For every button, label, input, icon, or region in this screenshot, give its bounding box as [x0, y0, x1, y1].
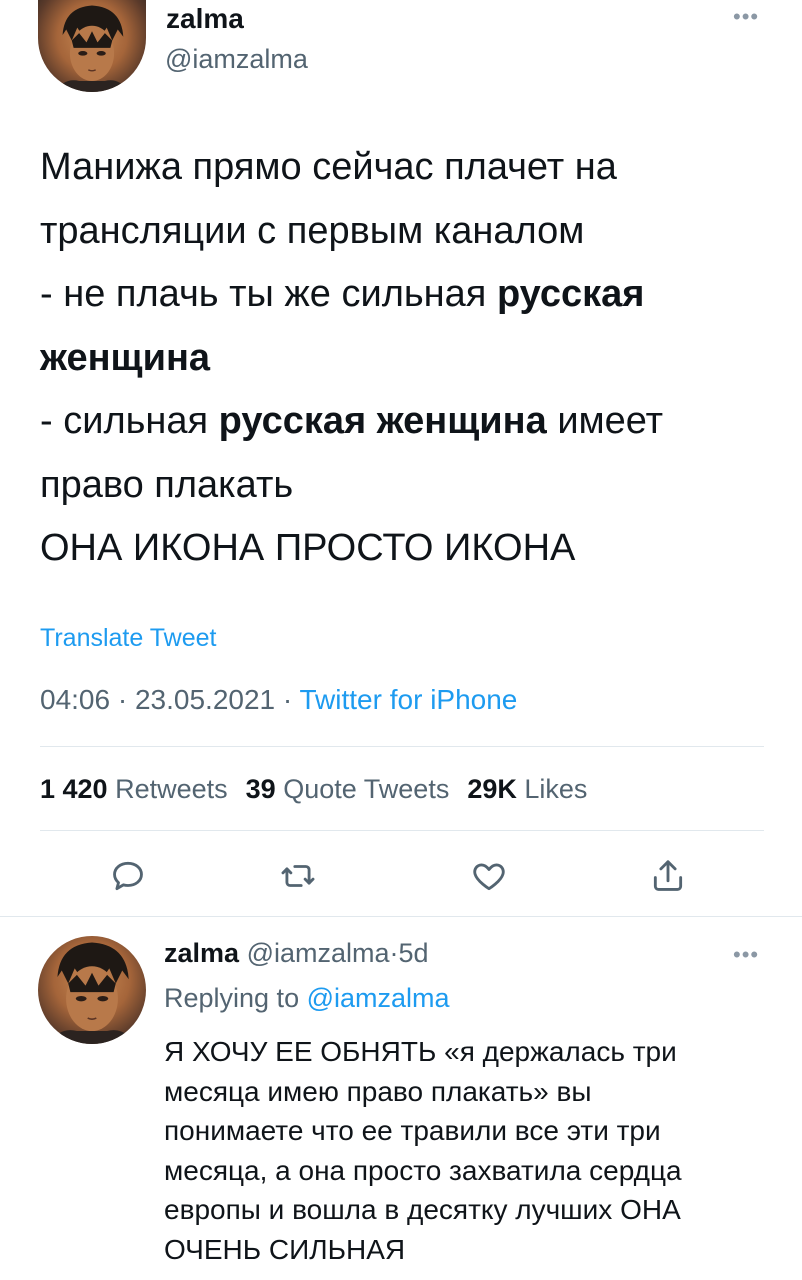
- reply-text-line: понимаете что ее травили все эти три: [164, 1115, 661, 1147]
- tweet-text-line: Манижа прямо сейчас плачет на: [40, 136, 780, 200]
- more-options-icon[interactable]: •••: [733, 6, 759, 28]
- tweet-text-line: женщина: [40, 327, 780, 391]
- text-segment: - сильная: [40, 400, 219, 442]
- tweet-text-line: трансляции с первым каналом: [40, 200, 780, 264]
- retweet-icon: [281, 865, 315, 887]
- main-author-avatar[interactable]: [38, 0, 146, 92]
- reply-text: Я ХОЧУ ЕЕ ОБНЯТЬ «я держалась три месяца …: [164, 1032, 784, 1270]
- tweet-text-line: - сильная русская женщина имеет: [40, 390, 780, 454]
- quotes-label: Quote Tweets: [283, 774, 450, 804]
- avatar-portrait-icon: [55, 5, 129, 92]
- text-segment: Манижа прямо сейчас плачет на: [40, 146, 617, 188]
- tweet-text: Манижа прямо сейчас плачет на трансляции …: [40, 136, 780, 581]
- tweet-source-link[interactable]: Twitter for iPhone: [300, 684, 518, 715]
- replying-to-prefix: Replying to: [164, 983, 300, 1013]
- text-segment: - не плачь ты же сильная: [40, 273, 497, 315]
- reply-header: zalma @iamzalma·5d: [164, 938, 429, 969]
- retweet-button[interactable]: [276, 854, 320, 898]
- bold-segment: русская женщина: [218, 400, 547, 442]
- like-button[interactable]: [467, 854, 511, 898]
- text-segment: трансляции с первым каналом: [40, 209, 585, 252]
- bold-segment: женщина: [40, 336, 211, 379]
- translate-tweet-link[interactable]: Translate Tweet: [40, 624, 216, 653]
- likes-label: Likes: [524, 774, 588, 804]
- tweet-meta: 04:06 · 23.05.2021 · Twitter for iPhone: [40, 684, 517, 716]
- tweet-stats: 1 420 Retweets 39 Quote Tweets 29K Likes: [40, 774, 605, 805]
- reply-author-avatar[interactable]: [38, 936, 146, 1044]
- share-icon: [653, 860, 683, 891]
- text-segment: право плакать: [40, 463, 294, 506]
- tweet-text-line: ОНА ИКОНА ПРОСТО ИКОНА: [40, 517, 780, 581]
- divider: [40, 746, 764, 747]
- main-author-handle[interactable]: @iamzalma: [165, 44, 308, 75]
- reply-age: 5d: [398, 938, 429, 968]
- retweets-stat[interactable]: 1 420 Retweets: [40, 774, 246, 804]
- retweets-label: Retweets: [115, 774, 228, 804]
- section-divider: [0, 916, 802, 917]
- tweet-date: 23.05.2021: [134, 684, 276, 715]
- reply-text-line: ОЧЕНЬ СИЛЬНАЯ: [164, 1233, 406, 1265]
- main-author-name[interactable]: zalma: [166, 3, 244, 35]
- tweet-time: 04:06: [40, 684, 111, 715]
- reply-author-name[interactable]: zalma: [164, 938, 239, 968]
- replying-to: Replying to @iamzalma: [164, 983, 450, 1014]
- quotes-stat[interactable]: 39 Quote Tweets: [246, 774, 468, 804]
- share-button[interactable]: [646, 854, 690, 898]
- tweet-text-line: право плакать: [40, 454, 780, 518]
- meta-separator: ·: [389, 938, 399, 968]
- tweet-text-line: - не плачь ты же сильная русская: [40, 263, 780, 327]
- reply-text-line: Я ХОЧУ ЕЕ ОБНЯТЬ «я держалась три: [164, 1036, 677, 1067]
- avatar-portrait-icon: [48, 942, 136, 1044]
- more-options-icon[interactable]: •••: [733, 944, 759, 966]
- divider: [40, 830, 764, 831]
- meta-separator: ·: [275, 684, 300, 715]
- reply-text-line: европы и вошла в десятку лучших ОНА: [164, 1194, 681, 1226]
- reply-button[interactable]: [106, 854, 150, 898]
- likes-stat[interactable]: 29K Likes: [467, 774, 605, 804]
- reply-text-line: месяца, а она просто захватила сердца: [164, 1154, 682, 1186]
- text-segment: ОНА ИКОНА ПРОСТО ИКОНА: [40, 527, 576, 569]
- likes-count: 29K: [467, 774, 517, 804]
- bold-segment: русская: [496, 273, 645, 315]
- meta-separator: ·: [110, 684, 135, 715]
- retweets-count: 1 420: [40, 774, 108, 804]
- reply-icon: [113, 861, 143, 891]
- text-segment: имеет: [546, 400, 664, 442]
- like-icon: [473, 863, 505, 891]
- reply-author-handle[interactable]: @iamzalma: [247, 938, 390, 968]
- reply-text-line: месяца имею право плакать» вы: [164, 1075, 592, 1107]
- quotes-count: 39: [245, 774, 276, 804]
- replying-to-handle[interactable]: @iamzalma: [307, 983, 450, 1013]
